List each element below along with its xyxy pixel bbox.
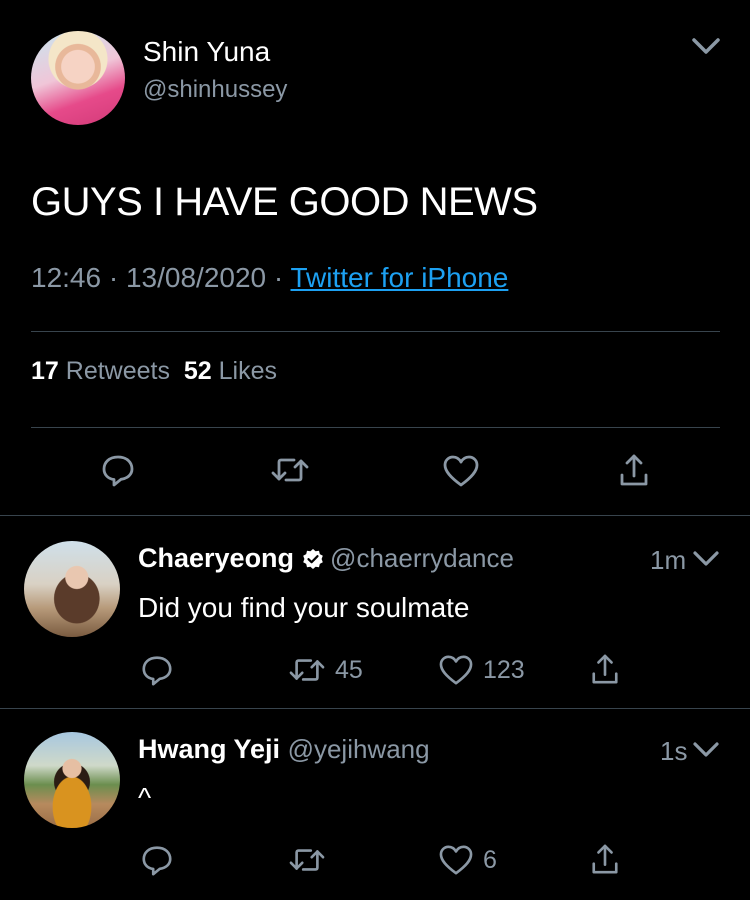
reply-author: Chaeryeong @chaerrydance <box>138 543 514 574</box>
avatar[interactable] <box>31 31 125 125</box>
reply-author-handle[interactable]: @chaerrydance <box>330 543 514 573</box>
author-name[interactable]: Shin Yuna <box>143 36 270 68</box>
tweet-meta: 12:46 · 13/08/2020 · Twitter for iPhone <box>31 262 508 294</box>
chevron-down-icon[interactable] <box>690 34 722 58</box>
reply-text: ^ <box>138 782 152 813</box>
tweet-text: GUYS I HAVE GOOD NEWS <box>31 180 538 224</box>
likes-stat[interactable]: 52 Likes <box>184 357 277 385</box>
reply-time: 1m <box>650 545 687 575</box>
reply-icon[interactable] <box>100 452 136 488</box>
retweet-icon[interactable] <box>288 653 326 687</box>
tweet-source-link[interactable]: Twitter for iPhone <box>291 262 509 293</box>
chevron-down-icon[interactable] <box>692 740 720 760</box>
reply-author-name[interactable]: Chaeryeong <box>138 543 294 573</box>
like-count: 6 <box>483 846 497 874</box>
verified-icon <box>303 549 323 569</box>
like-icon[interactable] <box>438 654 474 686</box>
retweet-icon[interactable] <box>270 452 310 488</box>
reply-icon[interactable] <box>140 653 174 687</box>
like-icon[interactable] <box>442 454 480 488</box>
reply-author: Hwang Yeji @yejihwang <box>138 734 430 765</box>
retweets-stat[interactable]: 17 Retweets <box>31 357 170 385</box>
share-icon[interactable] <box>618 452 650 488</box>
retweet-icon[interactable] <box>288 843 326 877</box>
reply-text: Did you find your soulmate <box>138 592 470 623</box>
reply-avatar[interactable] <box>24 541 120 637</box>
chevron-down-icon[interactable] <box>692 549 720 569</box>
tweet-date: 13/08/2020 <box>125 262 267 293</box>
share-icon[interactable] <box>590 842 620 876</box>
likes-count: 52 <box>183 357 212 385</box>
reply-avatar[interactable] <box>24 732 120 828</box>
reply-author-name[interactable]: Hwang Yeji <box>138 734 280 764</box>
tweet-time: 12:46 <box>31 262 102 293</box>
reply-time: 1s <box>660 736 688 766</box>
retweet-count: 45 <box>335 656 363 684</box>
author-handle[interactable]: @shinhussey <box>143 76 287 104</box>
tweet-stats: 17 Retweets 52 Likes <box>31 357 277 386</box>
reply-author-handle[interactable]: @yejihwang <box>288 734 430 764</box>
retweets-label: Retweets <box>65 357 170 385</box>
meta-separator: · <box>108 262 126 293</box>
reply-icon[interactable] <box>140 843 174 877</box>
divider <box>0 708 750 709</box>
like-count: 123 <box>483 656 525 684</box>
meta-separator: · <box>273 262 291 293</box>
likes-label: Likes <box>218 357 278 385</box>
divider <box>0 515 750 516</box>
retweets-count: 17 <box>31 357 59 385</box>
share-icon[interactable] <box>590 652 620 686</box>
divider <box>31 331 720 332</box>
divider <box>31 427 720 428</box>
like-icon[interactable] <box>438 844 474 876</box>
